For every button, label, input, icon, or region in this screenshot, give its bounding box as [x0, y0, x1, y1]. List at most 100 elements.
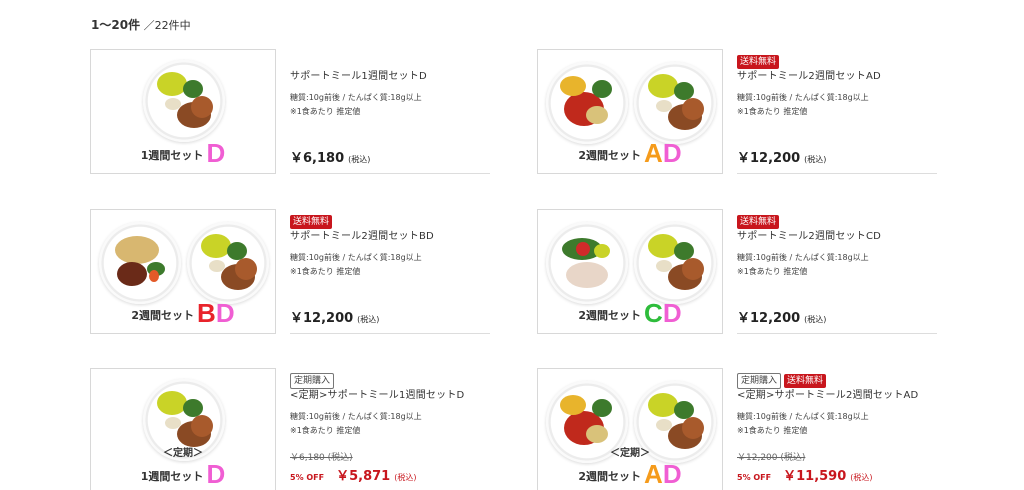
result-count: 1〜20件 ／22件中: [91, 16, 191, 33]
product-note: ※1食あたり 推定値: [290, 426, 361, 435]
food-plate-image: [546, 62, 628, 144]
thumbnail-prefix: ＜定期＞: [163, 448, 203, 459]
food-item: [157, 72, 187, 96]
thumbnail-set-letter: D: [206, 138, 226, 168]
product-thumbnail[interactable]: 2週間セット AD: [537, 49, 723, 174]
thumbnail-set-letter: B: [197, 298, 216, 328]
food-item: [648, 393, 678, 417]
thumbnail-label: ＜定期＞ 2週間セット AD: [538, 449, 722, 490]
food-item: [201, 234, 231, 258]
tax-label: (税込): [348, 155, 371, 164]
food-item: [682, 98, 704, 120]
sale-price: ￥5,871: [336, 469, 391, 484]
food-plate-image: [634, 222, 716, 304]
product-thumbnail[interactable]: ＜定期＞ 1週間セット D: [90, 368, 276, 490]
product-card[interactable]: 2週間セット CD 送料無料 サポートミール2週間セットCD 糖質:10g前後 / たん…: [537, 209, 937, 339]
product-thumbnail[interactable]: 2週間セット CD: [537, 209, 723, 334]
food-plate-image: [187, 222, 269, 304]
food-item: [656, 419, 672, 431]
product-card[interactable]: ＜定期＞ 2週間セット AD 定期購入 送料無料 <定期>サポートミール2週間セットAD 糖…: [537, 368, 937, 490]
tax-label: (税込): [804, 155, 827, 164]
product-price-row: ￥6,180 (税込): [290, 147, 370, 166]
product-card[interactable]: 2週間セット AD 送料無料 サポートミール2週間セットAD 糖質:10g前後 / たん…: [537, 49, 937, 179]
food-item: [117, 262, 147, 286]
product-spec: 糖質:10g前後 / たんぱく質:18g以上: [290, 93, 422, 102]
product-price-row: ￥12,200 (税込): [737, 147, 826, 166]
food-item: [656, 100, 672, 112]
result-total: ／22件中: [143, 19, 191, 32]
product-info: 送料無料 サポートミール2週間セットAD 糖質:10g前後 / たんぱく質:18g以…: [737, 49, 937, 174]
product-note: ※1食あたり 推定値: [290, 267, 361, 276]
result-range: 1〜20: [91, 18, 129, 32]
product-tags: 送料無料: [737, 209, 937, 229]
tax-label: (税込): [394, 473, 417, 482]
food-item: [682, 417, 704, 439]
product-thumbnail[interactable]: ＜定期＞ 2週間セット AD: [537, 368, 723, 490]
product-tags: [290, 49, 490, 65]
food-item: [586, 106, 608, 124]
food-plate-image: [546, 222, 628, 304]
product-price-row: ￥12,200 (税込): [290, 307, 379, 326]
sale-price-row: 5% OFF ￥11,590 (税込): [737, 465, 873, 484]
discount-label: 5% OFF: [290, 473, 325, 482]
product-name[interactable]: サポートミール2週間セットCD: [737, 227, 937, 242]
food-item: [165, 98, 181, 110]
thumbnail-set-letter: A: [644, 138, 663, 168]
thumbnail-set-label: 1週間セット: [140, 149, 204, 162]
food-item: [594, 244, 610, 258]
food-item: [682, 258, 704, 280]
thumbnail-set-letter: D: [206, 459, 226, 489]
food-item: [115, 236, 159, 264]
tax-label: (税込): [357, 315, 380, 324]
product-name[interactable]: サポートミール2週間セットBD: [290, 227, 490, 242]
food-item: [165, 417, 181, 429]
thumbnail-set-letter: C: [644, 298, 663, 328]
original-price: ￥6,180 (税込): [290, 453, 353, 463]
product-name[interactable]: サポートミール2週間セットAD: [737, 67, 937, 82]
food-item: [592, 399, 612, 417]
product-thumbnail[interactable]: 2週間セット BD: [90, 209, 276, 334]
tax-label: (税込): [804, 315, 827, 324]
product-note: ※1食あたり 推定値: [737, 426, 808, 435]
thumbnail-set-letter: A: [644, 459, 663, 489]
product-info: 送料無料 サポートミール2週間セットBD 糖質:10g前後 / たんぱく質:18g以…: [290, 209, 490, 334]
thumbnail-set-label: 2週間セット: [578, 309, 642, 322]
product-price: ￥6,180: [290, 151, 345, 166]
product-tags: 送料無料: [290, 209, 490, 229]
food-item: [648, 74, 678, 98]
product-card[interactable]: ＜定期＞ 1週間セット D 定期購入 <定期>サポートミール1週間セットD 糖質:10g前…: [90, 368, 490, 490]
thumbnail-label: 2週間セット CD: [538, 298, 722, 329]
product-card[interactable]: 1週間セット D サポートミール1週間セットD 糖質:10g前後 / たんぱく質:18…: [90, 49, 490, 179]
sale-price-row: 5% OFF ￥5,871 (税込): [290, 465, 416, 484]
product-name[interactable]: <定期>サポートミール2週間セットAD: [737, 386, 937, 401]
product-spec: 糖質:10g前後 / たんぱく質:18g以上: [290, 412, 422, 421]
thumbnail-set-letter: D: [215, 298, 235, 328]
thumbnail-label: 1週間セット D: [91, 138, 275, 169]
product-card[interactable]: 2週間セット BD 送料無料 サポートミール2週間セットBD 糖質:10g前後 / たん…: [90, 209, 490, 339]
product-note: ※1食あたり 推定値: [737, 267, 808, 276]
product-name[interactable]: サポートミール1週間セットD: [290, 67, 490, 82]
product-thumbnail[interactable]: 1週間セット D: [90, 49, 276, 174]
product-name[interactable]: <定期>サポートミール1週間セットD: [290, 386, 490, 401]
original-price: ￥12,200 (税込): [737, 453, 806, 463]
food-plate-image: [634, 62, 716, 144]
sale-price: ￥11,590: [783, 469, 847, 484]
food-item: [560, 76, 586, 96]
product-note: ※1食あたり 推定値: [290, 107, 361, 116]
food-item: [157, 391, 187, 415]
product-price: ￥12,200: [737, 311, 801, 326]
thumbnail-set-letter: D: [662, 459, 682, 489]
product-info: サポートミール1週間セットD 糖質:10g前後 / たんぱく質:18g以上 ※1食あ…: [290, 49, 490, 174]
thumbnail-set-label: 1週間セット: [140, 470, 204, 483]
tax-label: (税込): [850, 473, 873, 482]
discount-label: 5% OFF: [737, 473, 772, 482]
food-item: [560, 395, 586, 415]
product-spec: 糖質:10g前後 / たんぱく質:18g以上: [290, 253, 422, 262]
product-info: 送料無料 サポートミール2週間セットCD 糖質:10g前後 / たんぱく質:18g以…: [737, 209, 937, 334]
product-tags: 送料無料: [737, 49, 937, 69]
food-item: [566, 262, 608, 288]
thumbnail-set-label: 2週間セット: [578, 149, 642, 162]
product-spec: 糖質:10g前後 / たんぱく質:18g以上: [737, 412, 869, 421]
thumbnail-label: 2週間セット BD: [91, 298, 275, 329]
product-info: 定期購入 送料無料 <定期>サポートミール2週間セットAD 糖質:10g前後 / たん…: [737, 368, 937, 490]
